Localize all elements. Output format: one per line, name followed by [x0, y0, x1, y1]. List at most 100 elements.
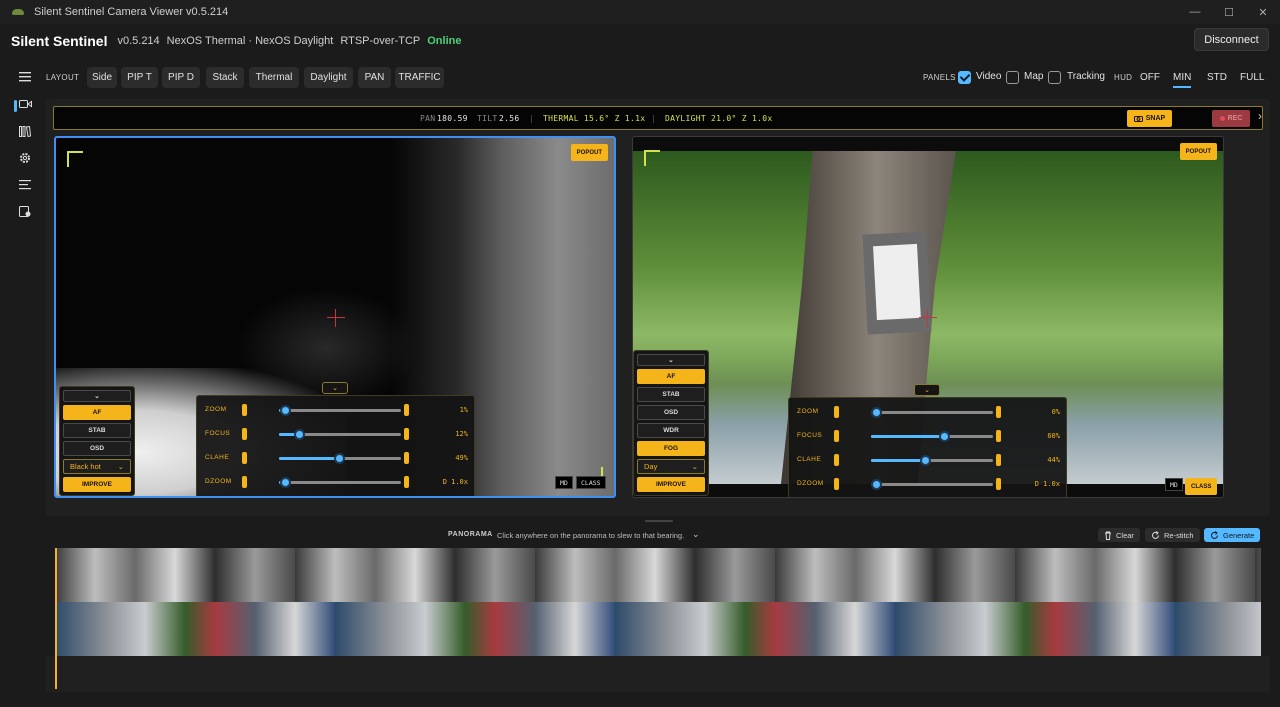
hud-std-option[interactable]: STD [1207, 72, 1227, 83]
decrease-button[interactable] [834, 430, 839, 442]
layout-thermal-button[interactable]: Thermal [249, 67, 299, 88]
daylight-mode-select[interactable]: Day ⌄ [637, 459, 705, 474]
thermal-class-button[interactable]: CLASS [576, 476, 606, 489]
device-icon[interactable] [18, 205, 32, 219]
thermal-feed[interactable]: POPOUT ⌄ ⌄ AF STAB OSD Black hot ⌄ IMPROV… [54, 136, 616, 498]
increase-button[interactable] [996, 478, 1001, 490]
increase-button[interactable] [404, 404, 409, 416]
hud-min-option[interactable]: MIN [1173, 72, 1192, 88]
increase-button[interactable] [996, 430, 1001, 442]
hud-full-option[interactable]: FULL [1240, 72, 1264, 83]
thermal-slider-row[interactable]: CLAHE 49% [197, 446, 476, 470]
increase-button[interactable] [996, 454, 1001, 466]
slider-track[interactable] [279, 453, 401, 464]
panorama-restitch-button[interactable]: Re-stitch [1145, 528, 1200, 542]
collapse-chevron-icon[interactable]: ⌄ [637, 354, 705, 366]
tracking-panel-checkbox[interactable] [1048, 71, 1061, 84]
daylight-slider-row[interactable]: ZOOM 0% [789, 400, 1068, 424]
slider-track[interactable] [279, 477, 401, 488]
slider-handle[interactable] [333, 453, 345, 464]
slider-handle[interactable] [293, 429, 305, 440]
slider-handle[interactable] [280, 405, 292, 416]
daylight-popout-button[interactable]: POPOUT [1179, 143, 1217, 160]
chevron-down-icon[interactable]: ⌄ [322, 382, 348, 394]
daylight-af-button[interactable]: AF [637, 369, 705, 384]
menu-icon[interactable] [18, 70, 32, 84]
decrease-button[interactable] [242, 452, 247, 464]
maximize-button[interactable]: ☐ [1212, 0, 1246, 24]
slider-handle[interactable] [280, 477, 292, 488]
snap-button[interactable]: SNAP [1127, 110, 1172, 127]
chevron-right-icon[interactable]: › [1258, 109, 1262, 123]
slider-track[interactable] [871, 455, 993, 466]
chevron-down-icon[interactable]: ⌄ [692, 529, 700, 540]
daylight-feed[interactable]: POPOUT ⌄ ⌄ AF STAB OSD WDR FOG Day ⌄ IMPR… [632, 136, 1224, 498]
decrease-button[interactable] [242, 428, 247, 440]
title-bar: Silent Sentinel Camera Viewer v0.5.214 —… [0, 0, 1280, 24]
layout-pan-button[interactable]: PAN [358, 67, 391, 88]
thermal-md-button[interactable]: MD [555, 476, 573, 489]
layout-daylight-button[interactable]: Daylight [304, 67, 353, 88]
hud-off-option[interactable]: OFF [1140, 72, 1160, 83]
decrease-button[interactable] [834, 454, 839, 466]
increase-button[interactable] [404, 452, 409, 464]
daylight-md-button[interactable]: MD [1165, 478, 1183, 491]
increase-button[interactable] [404, 428, 409, 440]
thermal-improve-button[interactable]: IMPROVE [63, 477, 131, 492]
slider-track[interactable] [871, 431, 993, 442]
layout-traffic-button[interactable]: TRAFFIC [395, 67, 444, 88]
layout-pip-t-button[interactable]: PIP T [121, 67, 158, 88]
resize-handle[interactable] [645, 520, 673, 522]
panorama-strip[interactable] [55, 548, 1261, 656]
slider-track[interactable] [870, 407, 993, 418]
slider-track[interactable] [870, 479, 993, 490]
daylight-slider-row[interactable]: CLAHE 44% [789, 448, 1068, 472]
slider-handle[interactable] [870, 407, 882, 418]
library-icon[interactable] [18, 124, 32, 138]
thermal-stab-button[interactable]: STAB [63, 423, 131, 438]
slider-handle[interactable] [939, 431, 951, 442]
daylight-wdr-button[interactable]: WDR [637, 423, 705, 438]
map-panel-checkbox[interactable] [1006, 71, 1019, 84]
panorama-clear-button[interactable]: Clear [1098, 528, 1140, 542]
thermal-slider-row[interactable]: DZOOM D 1.0x [197, 470, 476, 494]
slider-track[interactable] [279, 429, 401, 440]
video-panel-checkbox[interactable] [958, 71, 971, 84]
collapse-chevron-icon[interactable]: ⌄ [63, 390, 131, 402]
thermal-slider-row[interactable]: ZOOM 1% [197, 398, 476, 422]
thermal-slider-row[interactable]: FOCUS 12% [197, 422, 476, 446]
layout-pip-d-button[interactable]: PIP D [162, 67, 200, 88]
decrease-button[interactable] [242, 404, 247, 416]
list-icon[interactable] [18, 178, 32, 192]
disconnect-button[interactable]: Disconnect [1194, 28, 1269, 51]
slider-handle[interactable] [919, 455, 931, 466]
daylight-stab-button[interactable]: STAB [637, 387, 705, 402]
daylight-fog-button[interactable]: FOG [637, 441, 705, 456]
restitch-label: Re-stitch [1164, 530, 1194, 540]
decrease-button[interactable] [242, 476, 247, 488]
thermal-osd-button[interactable]: OSD [63, 441, 131, 456]
daylight-class-button[interactable]: CLASS [1185, 478, 1218, 495]
minimize-button[interactable]: — [1178, 0, 1212, 24]
thermal-palette-select[interactable]: Black hot ⌄ [63, 459, 131, 474]
layout-side-button[interactable]: Side [87, 67, 117, 88]
video-icon[interactable] [18, 97, 32, 111]
close-button[interactable]: ✕ [1246, 0, 1280, 24]
thermal-popout-button[interactable]: POPOUT [570, 144, 608, 161]
daylight-slider-row[interactable]: DZOOM D 1.0x [789, 472, 1068, 496]
thermal-af-button[interactable]: AF [63, 405, 131, 420]
panorama-generate-button[interactable]: Generate [1204, 528, 1261, 542]
decrease-button[interactable] [834, 406, 839, 418]
daylight-slider-row[interactable]: FOCUS 60% [789, 424, 1068, 448]
increase-button[interactable] [996, 406, 1001, 418]
daylight-osd-button[interactable]: OSD [637, 405, 705, 420]
slider-track[interactable] [279, 405, 401, 416]
chevron-down-icon[interactable]: ⌄ [914, 384, 940, 396]
record-button[interactable]: REC [1212, 110, 1250, 127]
settings-icon[interactable] [18, 151, 32, 165]
layout-stack-button[interactable]: Stack [206, 67, 244, 88]
increase-button[interactable] [404, 476, 409, 488]
daylight-improve-button[interactable]: IMPROVE [637, 477, 705, 492]
decrease-button[interactable] [834, 478, 839, 490]
slider-handle[interactable] [870, 479, 882, 490]
